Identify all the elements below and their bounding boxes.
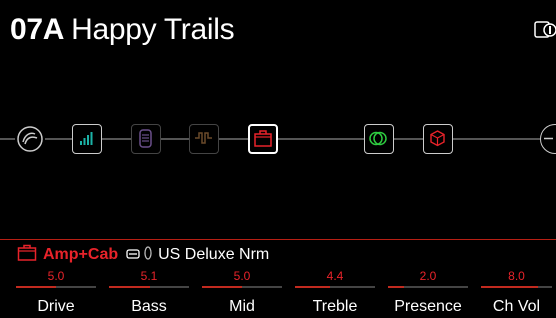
parameter-row: 5.0 Drive 5.1 Bass 5.0 Mid 4.4 Treble 2.0 Presenc… <box>0 264 556 318</box>
compressor-icon <box>80 132 93 145</box>
param-level-bar <box>295 286 375 288</box>
param-value: 4.4 <box>326 269 344 283</box>
param-label: Bass <box>131 298 167 315</box>
block-model: US Deluxe Nrm <box>158 246 270 263</box>
amp-block[interactable] <box>248 124 278 154</box>
modulation-block[interactable] <box>364 124 394 154</box>
param-label: Drive <box>37 298 75 315</box>
param-value: 8.0 <box>508 269 525 283</box>
param-ch-vol[interactable]: 8.0 Ch Vol <box>477 264 556 318</box>
cab-icon <box>430 130 445 147</box>
block-category: Amp+Cab <box>43 246 119 263</box>
param-level-fill <box>16 286 56 288</box>
modulation-icon <box>369 131 387 146</box>
dynamics-block[interactable] <box>72 124 102 154</box>
output-icon[interactable] <box>540 124 556 154</box>
param-level-fill <box>388 286 404 288</box>
param-drive[interactable]: 5.0 Drive <box>12 264 100 318</box>
param-level-fill <box>109 286 150 288</box>
param-presence[interactable]: 2.0 Presence <box>384 264 472 318</box>
param-level-bar <box>16 286 96 288</box>
link-icon <box>126 246 140 264</box>
param-bass[interactable]: 5.1 Bass <box>105 264 193 318</box>
param-label: Presence <box>394 298 462 315</box>
param-level-bar <box>388 286 468 288</box>
param-label: Mid <box>229 298 255 315</box>
param-label: Ch Vol <box>492 298 541 315</box>
param-level-bar <box>109 286 189 288</box>
param-value: 2.0 <box>419 269 437 283</box>
param-value: 5.1 <box>140 269 158 283</box>
param-level-fill <box>295 286 331 288</box>
input-icon[interactable] <box>15 124 45 154</box>
param-level-bar <box>202 286 282 288</box>
param-label: Treble <box>312 298 358 315</box>
eq-block[interactable] <box>131 124 161 154</box>
block-separator <box>0 239 556 240</box>
block-header[interactable]: Amp+Cab US Deluxe Nrm <box>17 244 269 266</box>
cab-block[interactable] <box>423 124 453 154</box>
filter-icon <box>195 132 212 144</box>
amp-icon <box>254 130 272 147</box>
param-value: 5.0 <box>47 269 65 283</box>
eq-icon <box>139 129 152 148</box>
param-mid[interactable]: 5.0 Mid <box>198 264 286 318</box>
param-level-fill <box>202 286 242 288</box>
param-level-fill <box>481 286 538 288</box>
param-value: 5.0 <box>233 269 251 283</box>
param-treble[interactable]: 4.4 Treble <box>291 264 379 318</box>
cab-toggle-icon[interactable] <box>144 245 152 265</box>
param-level-bar <box>481 286 552 288</box>
filter-block[interactable] <box>189 124 219 154</box>
